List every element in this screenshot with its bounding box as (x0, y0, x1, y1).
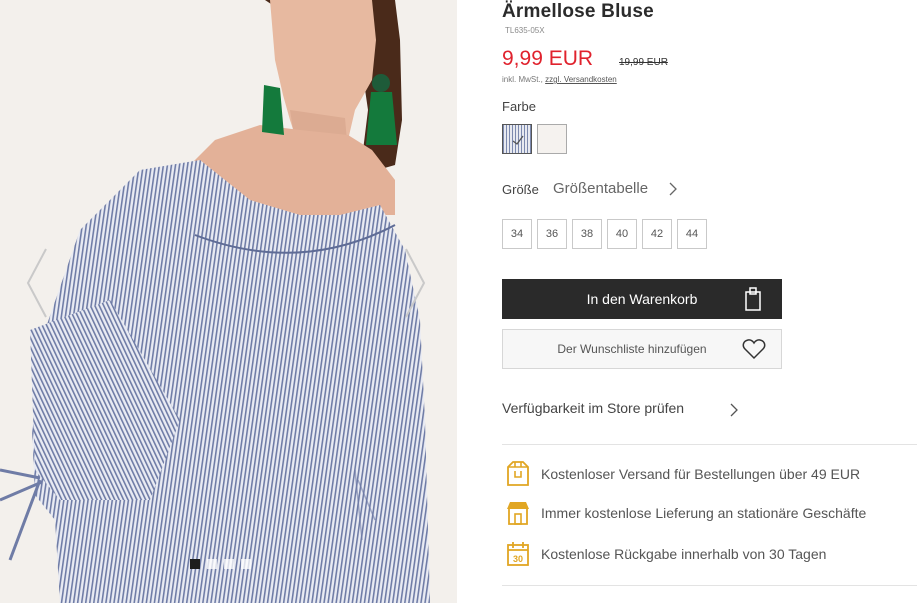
color-swatch-stripes[interactable] (502, 124, 532, 154)
gallery-next-arrow-icon[interactable] (400, 245, 430, 321)
gallery-pagination (190, 559, 251, 569)
size-option-38[interactable]: 38 (572, 219, 602, 249)
benefit-free-returns: 30 Kostenlose Rückgabe innerhalb von 30 … (502, 541, 917, 569)
benefit-text: Kostenlose Rückgabe innerhalb von 30 Tag… (541, 546, 827, 562)
gallery-prev-arrow-icon[interactable] (22, 245, 52, 321)
calendar-30-icon: 30 (507, 542, 529, 566)
add-to-cart-button[interactable]: In den Warenkorb (502, 279, 782, 319)
divider (502, 585, 917, 586)
size-label: Größe (502, 182, 539, 197)
size-option-44[interactable]: 44 (677, 219, 707, 249)
product-sku: TL635-05X (505, 26, 545, 35)
product-photo (0, 0, 457, 603)
benefit-store-delivery: Immer kostenlose Lieferung an stationäre… (502, 500, 917, 528)
size-option-34[interactable]: 34 (502, 219, 532, 249)
truck-box-icon (507, 461, 529, 486)
chevron-right-icon[interactable] (668, 182, 678, 196)
add-to-wishlist-button[interactable]: Der Wunschliste hinzufügen (502, 329, 782, 369)
shipping-costs-link[interactable]: zzgl. Versandkosten (545, 75, 617, 84)
gallery-dot[interactable] (224, 559, 234, 569)
product-title: Ärmellose Bluse (502, 1, 654, 22)
store-icon (507, 502, 529, 525)
gallery-dot[interactable] (241, 559, 251, 569)
tax-note-text: inkl. MwSt., (502, 75, 543, 84)
store-availability-link[interactable]: Verfügbarkeit im Store prüfen (502, 400, 684, 416)
benefit-text: Immer kostenlose Lieferung an stationäre… (541, 505, 867, 521)
size-option-42[interactable]: 42 (642, 219, 672, 249)
color-label: Farbe (502, 99, 536, 114)
check-icon (512, 135, 524, 145)
size-options: 34 36 38 40 42 44 (502, 219, 707, 249)
benefit-free-shipping: Kostenloser Versand für Bestellungen übe… (502, 461, 917, 489)
svg-text:30: 30 (513, 554, 523, 564)
benefit-text: Kostenloser Versand für Bestellungen übe… (541, 466, 861, 482)
shopping-bag-icon (745, 287, 761, 311)
current-price: 9,99 EUR (502, 47, 594, 70)
heart-icon (742, 339, 766, 360)
chevron-right-icon[interactable] (729, 403, 739, 417)
tax-note: inkl. MwSt., zzgl. Versandkosten (502, 75, 617, 84)
product-details-panel: Ärmellose Bluse TL635-05X 9,99 EUR 19,99… (502, 0, 917, 603)
old-price: 19,99 EUR (619, 57, 668, 68)
gallery-dot[interactable] (207, 559, 217, 569)
size-option-36[interactable]: 36 (537, 219, 567, 249)
add-to-wishlist-label: Der Wunschliste hinzufügen (557, 342, 707, 356)
color-swatch-white[interactable] (537, 124, 567, 154)
gallery-dot[interactable] (190, 559, 200, 569)
add-to-cart-label: In den Warenkorb (586, 291, 698, 307)
size-option-40[interactable]: 40 (607, 219, 637, 249)
divider (502, 444, 917, 445)
size-guide-link[interactable]: Größentabelle (553, 180, 648, 197)
product-image-gallery[interactable] (0, 0, 457, 603)
